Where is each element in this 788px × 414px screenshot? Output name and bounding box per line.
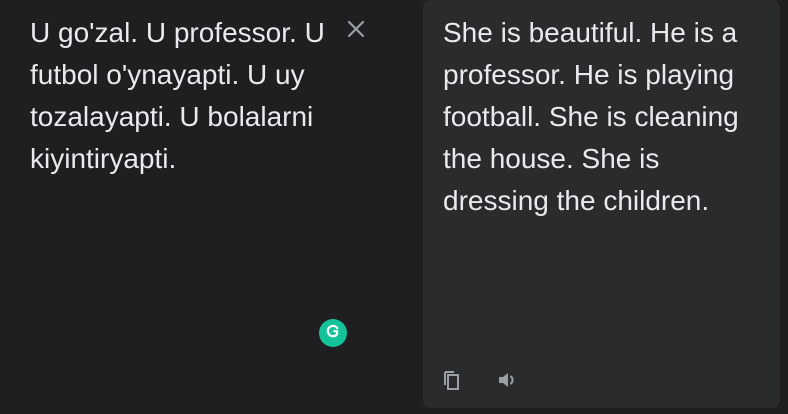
grammarly-icon (324, 322, 342, 345)
source-panel: U go'zal. U professor. U futbol o'ynayap… (0, 0, 418, 414)
listen-button[interactable] (490, 364, 524, 398)
translation-panel: She is beautiful. He is a professor. He … (423, 0, 780, 408)
clear-source-button[interactable] (341, 14, 371, 44)
volume-icon (495, 368, 519, 395)
copy-icon (440, 368, 464, 395)
close-icon (341, 14, 371, 44)
source-text[interactable]: U go'zal. U professor. U futbol o'ynayap… (30, 12, 330, 180)
translation-text: She is beautiful. He is a professor. He … (443, 17, 739, 216)
grammarly-button[interactable] (319, 319, 347, 347)
copy-translation-button[interactable] (435, 364, 469, 398)
